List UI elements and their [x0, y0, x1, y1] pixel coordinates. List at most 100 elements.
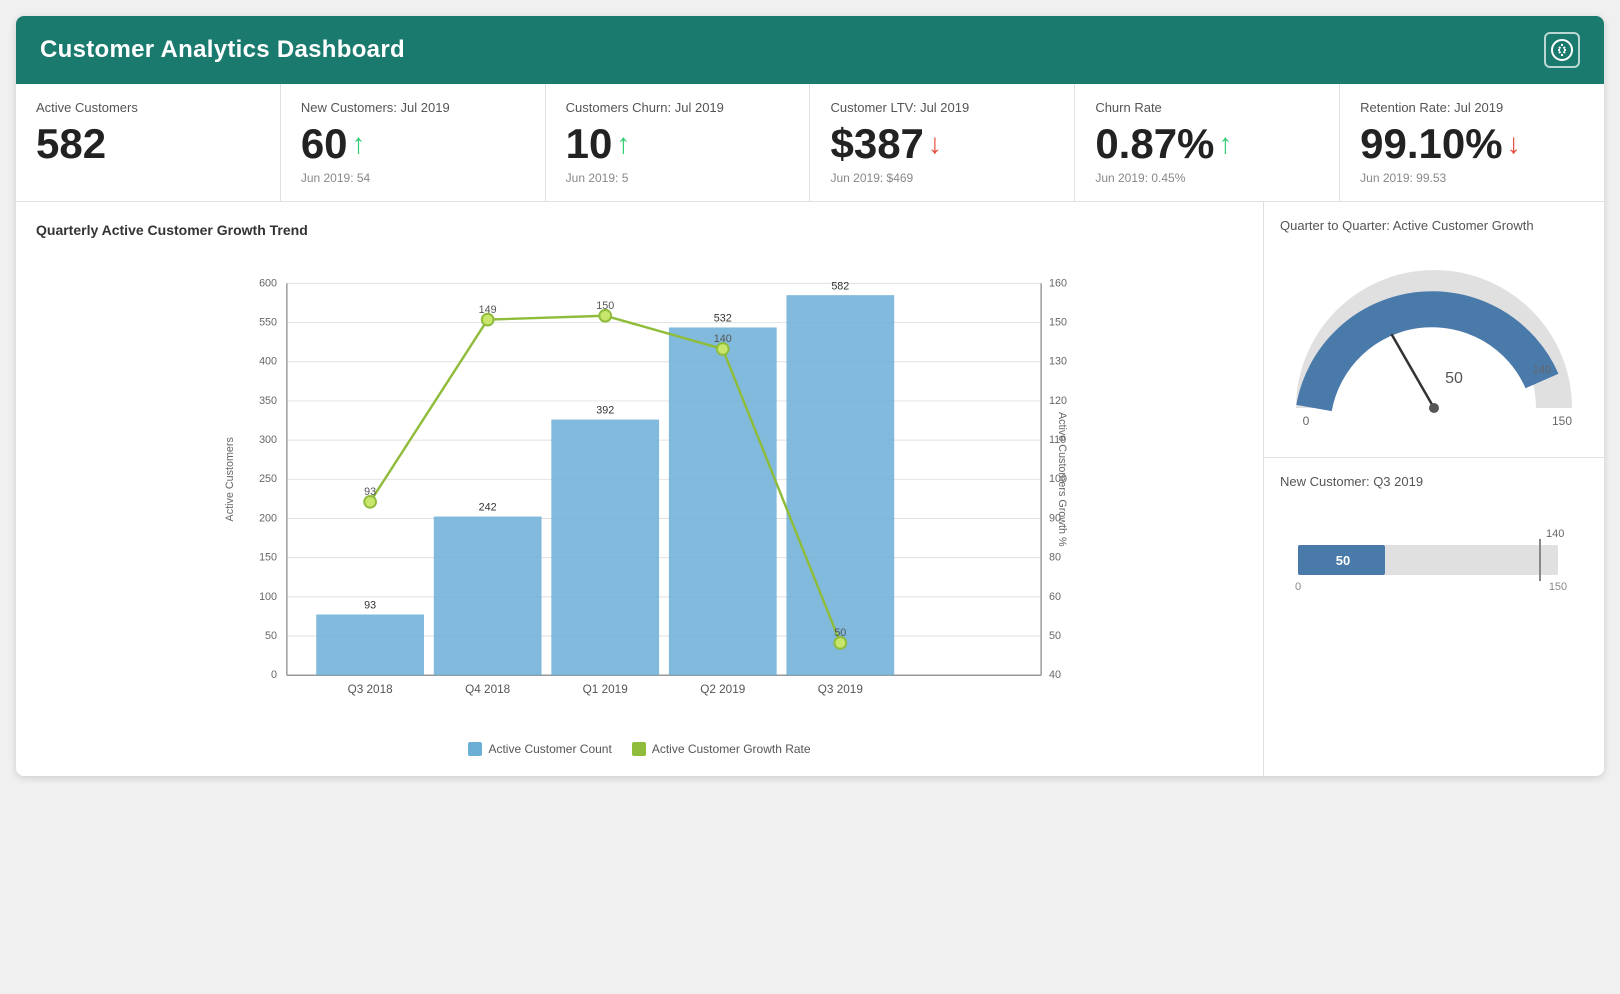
legend-line-color — [632, 742, 646, 756]
svg-text:160: 160 — [1049, 278, 1067, 290]
scale-min: 0 — [1295, 581, 1301, 593]
kpi-new-customers-label: New Customers: Jul 2019 — [301, 100, 525, 115]
kpi-active-customers-label: Active Customers — [36, 100, 260, 115]
churn-rate-arrow-up-icon: ↑ — [1218, 129, 1232, 160]
growth-label-q1-2019: 150 — [596, 300, 614, 312]
x-label-q4-2018: Q4 2018 — [465, 683, 511, 696]
chart-legend: Active Customer Count Active Customer Gr… — [36, 742, 1243, 756]
gauge-center — [1429, 403, 1439, 413]
dashboard-title: Customer Analytics Dashboard — [40, 36, 405, 64]
kpi-retention-label: Retention Rate: Jul 2019 — [1360, 100, 1584, 115]
growth-label-q3-2019: 50 — [834, 627, 846, 639]
svg-text:300: 300 — [259, 434, 277, 446]
dashboard-header: Customer Analytics Dashboard — [16, 16, 1604, 84]
svg-text:550: 550 — [259, 317, 277, 329]
bar-label-q3-2019: 582 — [831, 280, 849, 292]
kpi-ltv-value: $387 ↓ — [830, 121, 1054, 167]
gauge-svg: 0 150 140 50 — [1284, 253, 1584, 433]
kpi-new-customers-sub: Jun 2019: 54 — [301, 171, 525, 185]
x-label-q2-2019: Q2 2019 — [700, 683, 745, 696]
gauge-title: Quarter to Quarter: Active Customer Grow… — [1280, 218, 1588, 233]
svg-text:130: 130 — [1049, 356, 1067, 368]
svg-text:140: 140 — [1533, 364, 1551, 376]
header-icon — [1544, 32, 1580, 68]
chart-title: Quarterly Active Customer Growth Trend — [36, 222, 1243, 238]
kpi-ltv-sub: Jun 2019: $469 — [830, 171, 1054, 185]
kpi-active-customers-value: 582 — [36, 121, 260, 167]
svg-text:40: 40 — [1049, 669, 1061, 681]
kpi-churn-value: 10 ↑ — [566, 121, 790, 167]
bar-q1-2019 — [551, 420, 659, 676]
svg-text:600: 600 — [259, 278, 277, 290]
growth-label-q4-2018: 149 — [479, 304, 497, 316]
bar-section: New Customer: Q3 2019 50 140 — [1264, 458, 1604, 634]
bar-q2-2019 — [669, 328, 777, 676]
x-label-q3-2018: Q3 2018 — [348, 683, 394, 696]
ltv-arrow-down-icon: ↓ — [928, 129, 942, 160]
kpi-churn-rate: Churn Rate 0.87% ↑ Jun 2019: 0.45% — [1075, 84, 1340, 201]
svg-text:60: 60 — [1049, 591, 1061, 603]
kpi-retention: Retention Rate: Jul 2019 99.10% ↓ Jun 20… — [1340, 84, 1604, 201]
scale-max: 150 — [1549, 581, 1567, 593]
legend-bar-color — [468, 742, 482, 756]
x-label-q3-2019: Q3 2019 — [818, 683, 863, 696]
growth-label-q3-2018: 93 — [364, 486, 376, 498]
growth-label-q2-2019: 140 — [714, 333, 732, 345]
chart-section: Quarterly Active Customer Growth Trend — [16, 202, 1264, 776]
svg-text:250: 250 — [259, 473, 277, 485]
arrow-up-icon: ↑ — [352, 129, 366, 160]
kpi-active-customers: Active Customers 582 — [16, 84, 281, 201]
svg-text:100: 100 — [259, 591, 277, 603]
svg-text:120: 120 — [1049, 395, 1067, 407]
bar-q3-2018 — [316, 615, 424, 676]
bar-section-title: New Customer: Q3 2019 — [1280, 474, 1588, 489]
kpi-new-customers: New Customers: Jul 2019 60 ↑ Jun 2019: 5… — [281, 84, 546, 201]
legend-bar-label: Active Customer Count — [488, 742, 611, 756]
kpi-churn-rate-value: 0.87% ↑ — [1095, 121, 1319, 167]
bar-label-q3-2018: 93 — [364, 600, 376, 612]
svg-text:50: 50 — [1049, 630, 1061, 642]
kpi-churn-rate-label: Churn Rate — [1095, 100, 1319, 115]
svg-text:400: 400 — [259, 356, 277, 368]
kpi-churn-rate-sub: Jun 2019: 0.45% — [1095, 171, 1319, 185]
main-content: Quarterly Active Customer Growth Trend — [16, 202, 1604, 776]
bar-q3-2019 — [786, 295, 894, 675]
legend-line: Active Customer Growth Rate — [632, 742, 811, 756]
gauge-section: Quarter to Quarter: Active Customer Grow… — [1264, 202, 1604, 458]
gauge-needle — [1392, 335, 1434, 408]
svg-text:0: 0 — [271, 669, 277, 681]
kpi-ltv: Customer LTV: Jul 2019 $387 ↓ Jun 2019: … — [810, 84, 1075, 201]
x-label-q1-2019: Q1 2019 — [583, 683, 628, 696]
churn-arrow-up-icon: ↑ — [616, 129, 630, 160]
retention-arrow-down-icon: ↓ — [1507, 129, 1521, 160]
kpi-churn: Customers Churn: Jul 2019 10 ↑ Jun 2019:… — [546, 84, 811, 201]
bar-chart-container: 0 50 100 150 200 250 300 350 400 550 600… — [36, 254, 1243, 734]
right-section: Quarter to Quarter: Active Customer Grow… — [1264, 202, 1604, 776]
kpi-churn-label: Customers Churn: Jul 2019 — [566, 100, 790, 115]
bar-q4-2018 — [434, 517, 542, 676]
svg-text:350: 350 — [259, 395, 277, 407]
svg-text:150: 150 — [259, 552, 277, 564]
new-customer-bar-svg: 50 140 0 150 — [1288, 525, 1588, 605]
kpi-ltv-label: Customer LTV: Jul 2019 — [830, 100, 1054, 115]
gauge-value-label: 50 — [1445, 370, 1463, 387]
bar-label-q2-2019: 532 — [714, 313, 732, 325]
kpi-retention-sub: Jun 2019: 99.53 — [1360, 171, 1584, 185]
legend-bar: Active Customer Count — [468, 742, 611, 756]
bar-label-q4-2018: 242 — [479, 502, 497, 514]
main-chart-svg: 0 50 100 150 200 250 300 350 400 550 600… — [36, 254, 1243, 734]
kpi-retention-value: 99.10% ↓ — [1360, 121, 1584, 167]
kpi-churn-sub: Jun 2019: 5 — [566, 171, 790, 185]
target-label: 140 — [1546, 528, 1564, 540]
svg-text:150: 150 — [1049, 317, 1067, 329]
svg-text:Active Customers: Active Customers — [224, 437, 236, 521]
svg-text:0: 0 — [1303, 414, 1310, 428]
svg-text:150: 150 — [1552, 414, 1572, 428]
svg-text:50: 50 — [265, 630, 277, 642]
kpi-new-customers-value: 60 ↑ — [301, 121, 525, 167]
svg-text:200: 200 — [259, 513, 277, 525]
svg-text:80: 80 — [1049, 552, 1061, 564]
bar-value-label: 50 — [1336, 553, 1350, 568]
legend-line-label: Active Customer Growth Rate — [652, 742, 811, 756]
dashboard: Customer Analytics Dashboard Active Cust… — [16, 16, 1604, 776]
